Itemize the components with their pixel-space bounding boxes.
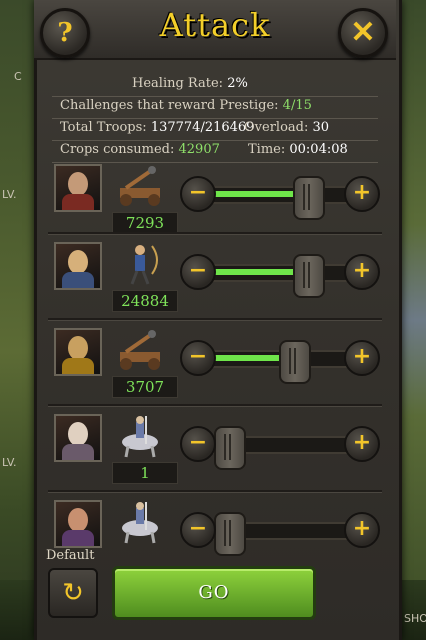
troop-row: 7293− + xyxy=(48,164,382,250)
overload-value: 30 xyxy=(312,120,330,135)
slider-track[interactable] xyxy=(202,426,362,470)
troop-slider[interactable]: − + xyxy=(180,422,380,470)
slider-track[interactable] xyxy=(202,340,362,384)
march-time: Time: 00:04:08 xyxy=(248,142,348,157)
hero-armor xyxy=(62,530,94,546)
increase-button[interactable]: + xyxy=(344,176,380,212)
slider-track[interactable] xyxy=(202,176,362,220)
hero-portrait-1[interactable] xyxy=(54,164,102,212)
slider-track[interactable] xyxy=(202,512,362,556)
decrease-button[interactable]: − xyxy=(180,254,216,290)
hero-armor xyxy=(62,272,94,288)
hero-armor xyxy=(62,358,94,374)
slider-handle[interactable] xyxy=(293,254,325,298)
slider-handle[interactable] xyxy=(214,512,246,556)
decrease-button[interactable]: − xyxy=(180,426,216,462)
troop-row: 24884− + xyxy=(48,242,382,328)
increase-button[interactable]: + xyxy=(344,512,380,548)
slider-handle[interactable] xyxy=(279,340,311,384)
hero-face xyxy=(68,508,88,532)
row-divider xyxy=(48,490,382,493)
healing-rate-label: Healing Rate: xyxy=(132,76,224,91)
challenges: Challenges that reward Prestige: 4/15 xyxy=(60,98,312,113)
default-button[interactable]: ↻ xyxy=(48,568,98,618)
decrease-button[interactable]: − xyxy=(180,340,216,376)
troop-row: 1− + xyxy=(48,414,382,500)
slider-handle[interactable] xyxy=(214,426,246,470)
edge-label-c: C xyxy=(14,70,22,83)
row-divider xyxy=(48,318,382,321)
troop-slider[interactable]: − + xyxy=(180,336,380,384)
total-troops: Total Troops: 137774/216469 xyxy=(60,120,254,135)
troop-count: 1 xyxy=(112,462,178,484)
challenges-label: Challenges that reward Prestige: xyxy=(60,98,279,113)
default-label: Default xyxy=(46,548,95,563)
increase-button[interactable]: + xyxy=(344,340,380,376)
increase-button[interactable]: + xyxy=(344,426,380,462)
hero-portrait-4[interactable] xyxy=(54,414,102,462)
divider xyxy=(52,96,378,97)
total-troops-label: Total Troops: xyxy=(60,120,147,135)
overload-label: Overload: xyxy=(244,120,309,135)
divider xyxy=(52,118,378,119)
healing-rate-value: 2% xyxy=(227,76,248,91)
decrease-button[interactable]: − xyxy=(180,512,216,548)
hero-armor xyxy=(62,194,94,210)
time-value: 00:04:08 xyxy=(289,142,348,157)
hero-face xyxy=(68,250,88,274)
troop-slider[interactable]: − + xyxy=(180,508,380,556)
cavalry-icon xyxy=(112,414,170,458)
slider-handle[interactable] xyxy=(293,176,325,220)
overload: Overload: 30 xyxy=(244,120,329,135)
slider-track[interactable] xyxy=(202,254,362,298)
edge-label-sho: SHO xyxy=(404,612,426,625)
troop-count: 24884 xyxy=(112,290,178,312)
time-label: Time: xyxy=(248,142,286,157)
hero-portrait-2[interactable] xyxy=(54,242,102,290)
increase-button[interactable]: + xyxy=(344,254,380,290)
decrease-button[interactable]: − xyxy=(180,176,216,212)
edge-label-lv: LV. xyxy=(2,188,17,201)
close-button[interactable]: ✕ xyxy=(338,8,388,58)
troop-row: 3707− + xyxy=(48,328,382,414)
crops-value: 42907 xyxy=(178,142,220,157)
troop-slider[interactable]: − + xyxy=(180,172,380,220)
hero-portrait-5[interactable] xyxy=(54,500,102,548)
hero-armor xyxy=(62,444,94,460)
go-button[interactable]: GO xyxy=(112,566,316,620)
total-troops-value: 137774/216469 xyxy=(150,120,255,135)
catapult-icon xyxy=(112,164,170,208)
troop-count: 3707 xyxy=(112,376,178,398)
hero-face xyxy=(68,336,88,360)
troop-slider[interactable]: − + xyxy=(180,250,380,298)
hero-portrait-3[interactable] xyxy=(54,328,102,376)
divider xyxy=(52,162,378,163)
challenges-value: 4/15 xyxy=(282,98,312,113)
divider xyxy=(52,140,378,141)
crops-label: Crops consumed: xyxy=(60,142,175,157)
row-divider xyxy=(48,404,382,407)
crops-consumed: Crops consumed: 42907 xyxy=(60,142,220,157)
edge-label-lv: LV. xyxy=(2,456,17,469)
healing-rate: Healing Rate: 2% xyxy=(132,76,248,91)
help-button[interactable]: ? xyxy=(40,8,90,58)
refresh-icon: ↻ xyxy=(62,578,84,608)
row-divider xyxy=(48,232,382,235)
archer-icon xyxy=(112,242,170,286)
hero-face xyxy=(68,422,88,446)
catapult-icon xyxy=(112,328,170,372)
cavalry-icon xyxy=(112,500,170,544)
troop-count: 7293 xyxy=(112,212,178,234)
hero-face xyxy=(68,172,88,196)
